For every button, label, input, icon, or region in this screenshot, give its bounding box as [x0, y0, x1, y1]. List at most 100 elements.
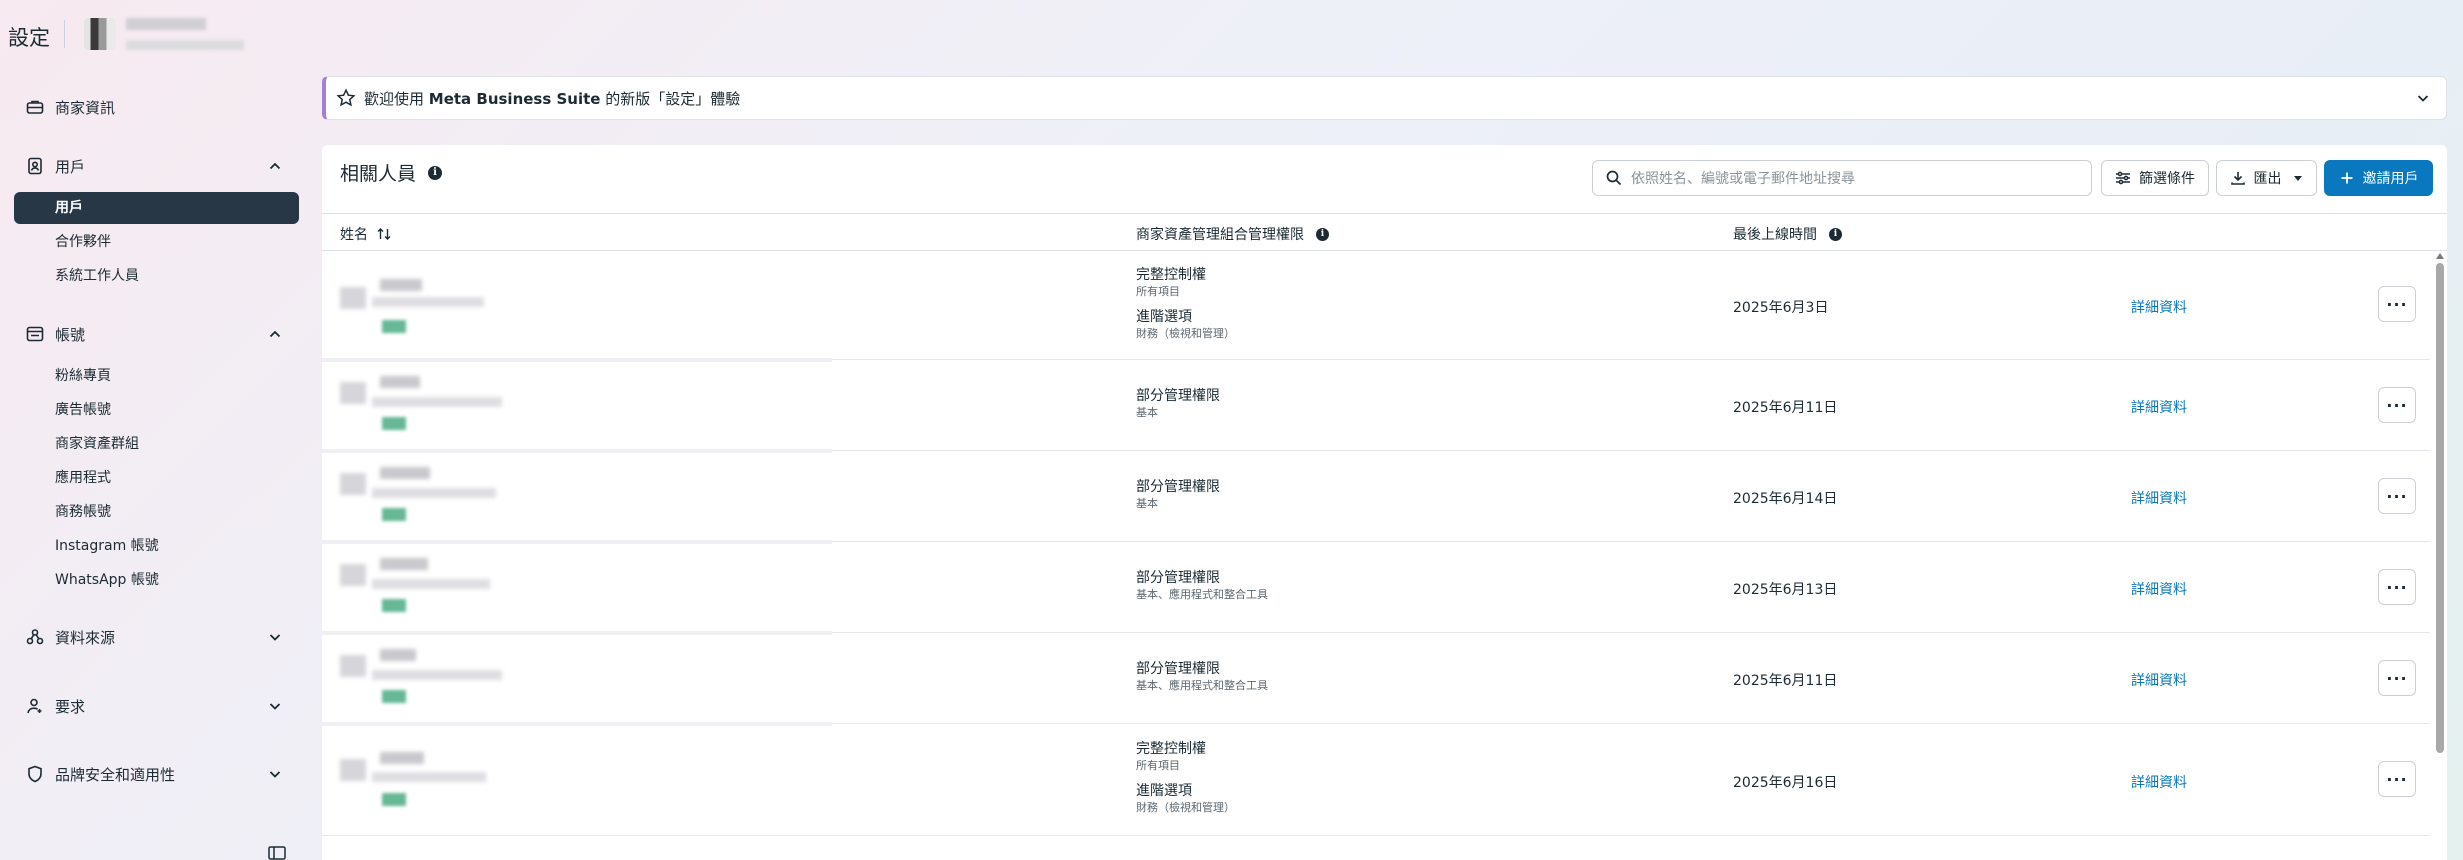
sidebar-section-brand-safety[interactable]: 品牌安全和適用性: [24, 759, 284, 789]
table-row: 部分管理權限 基本、應用程式和整合工具 2025年6月13日 詳細資料 ···: [322, 542, 2430, 635]
export-button[interactable]: 匯出: [2216, 160, 2317, 196]
filter-button[interactable]: 篩選條件: [2101, 160, 2209, 196]
details-link[interactable]: 詳細資料: [2131, 579, 2187, 599]
permission-summary: 完整控制權 所有項目 進階選項 財務（檢視和管理）: [1136, 741, 1235, 814]
data-sources-icon: [24, 626, 46, 648]
details-link[interactable]: 詳細資料: [2131, 397, 2187, 417]
page-title: 設定: [8, 26, 50, 50]
column-header-name[interactable]: 姓名: [340, 224, 392, 244]
chevron-down-icon: [269, 771, 281, 778]
table-row: 完整控制權 所有項目 進階選項 財務（檢視和管理） 2025年6月3日 詳細資料…: [322, 251, 2430, 362]
user-tag-redacted: [382, 508, 406, 521]
sidebar-item-business-info[interactable]: 商家資訊: [24, 92, 284, 122]
details-link[interactable]: 詳細資料: [2131, 670, 2187, 690]
user-badge-icon: [24, 155, 46, 177]
sidebar-section-data-sources[interactable]: 資料來源: [24, 622, 284, 652]
table-row: 部分管理權限 基本 2025年6月14日 詳細資料 ···: [322, 451, 2430, 544]
avatar-redacted: [340, 564, 366, 586]
search-input[interactable]: [1631, 170, 2091, 186]
avatar-redacted: [340, 759, 366, 781]
sidebar-section-label: 用戶: [55, 157, 86, 176]
section-title: 相關人員 i: [340, 159, 443, 186]
banner-text: 歡迎使用 Meta Business Suite 的新版「設定」體驗: [364, 89, 741, 108]
more-icon: ···: [2386, 769, 2408, 789]
chevron-down-icon: [269, 634, 281, 641]
sidebar-item-ad-accounts[interactable]: 廣告帳號: [14, 394, 299, 426]
user-email-redacted: [372, 397, 502, 407]
user-tag-redacted: [382, 417, 406, 430]
avatar-redacted: [340, 473, 366, 495]
sidebar-item-partners[interactable]: 合作夥伴: [14, 226, 299, 258]
user-email-redacted: [372, 670, 502, 680]
sort-icon[interactable]: [376, 227, 392, 241]
avatar-redacted: [340, 655, 366, 677]
user-tag-redacted: [382, 793, 406, 806]
user-tag-redacted: [382, 320, 406, 333]
sidebar-item-label: 商家資訊: [55, 98, 116, 117]
sidebar-item-system-users[interactable]: 系統工作人員: [14, 260, 299, 292]
shield-icon: [24, 763, 46, 785]
avatar-redacted: [340, 287, 366, 309]
caret-down-icon: [2293, 176, 2302, 181]
account-folder-icon: [24, 323, 46, 345]
user-name-redacted: [380, 279, 422, 291]
details-link[interactable]: 詳細資料: [2131, 772, 2187, 792]
user-tag-redacted: [382, 690, 406, 703]
details-link[interactable]: 詳細資料: [2131, 297, 2187, 317]
permission-summary: 部分管理權限 基本: [1136, 479, 1220, 510]
chevron-down-icon: [269, 703, 281, 710]
more-options-button[interactable]: ···: [2378, 478, 2416, 514]
welcome-banner[interactable]: 歡迎使用 Meta Business Suite 的新版「設定」體驗: [322, 76, 2447, 120]
sidebar-item-whatsapp-accounts[interactable]: WhatsApp 帳號: [14, 564, 299, 596]
info-icon[interactable]: i: [1316, 227, 1329, 241]
more-options-button[interactable]: ···: [2378, 387, 2416, 423]
sidebar-section-users[interactable]: 用戶: [24, 151, 284, 181]
more-options-button[interactable]: ···: [2378, 569, 2416, 605]
user-name-redacted: [380, 467, 430, 479]
invite-user-button[interactable]: 邀請用戶: [2324, 160, 2433, 196]
sidebar-item-users[interactable]: 用戶: [14, 192, 299, 224]
sidebar-section-accounts[interactable]: 帳號: [24, 319, 284, 349]
scrollbar-thumb[interactable]: [2436, 263, 2444, 753]
details-link[interactable]: 詳細資料: [2131, 488, 2187, 508]
table-row: 部分管理權限 基本、應用程式和整合工具 2025年6月11日 詳細資料 ···: [322, 633, 2430, 726]
table-row: 部分管理權限 基本 2025年6月11日 詳細資料 ···: [322, 360, 2430, 453]
avatar-redacted: [340, 382, 366, 404]
collapse-sidebar-icon[interactable]: [268, 846, 286, 860]
table-scrollbar[interactable]: [2433, 251, 2447, 860]
permission-summary: 完整控制權 所有項目 進階選項 財務（檢視和管理）: [1136, 267, 1235, 340]
sidebar-section-requests[interactable]: 要求: [24, 691, 284, 721]
column-header-last-login: 最後上線時間 i: [1733, 224, 1842, 244]
sidebar-section-label: 要求: [55, 697, 86, 716]
user-tag-redacted: [382, 599, 406, 612]
more-options-button[interactable]: ···: [2378, 286, 2416, 322]
chevron-down-icon[interactable]: [2414, 89, 2432, 107]
more-icon: ···: [2386, 395, 2408, 415]
sidebar-item-business-asset-groups[interactable]: 商家資產群組: [14, 428, 299, 460]
scroll-up-arrow-icon[interactable]: [2436, 253, 2444, 259]
info-icon[interactable]: i: [428, 165, 443, 180]
chevron-up-icon: [269, 330, 281, 338]
briefcase-icon: [24, 96, 46, 118]
last-login-date: 2025年6月13日: [1733, 582, 1838, 598]
last-login-date: 2025年6月11日: [1733, 400, 1838, 416]
search-field[interactable]: [1592, 160, 2092, 196]
more-options-button[interactable]: ···: [2378, 660, 2416, 696]
sidebar-section-label: 品牌安全和適用性: [55, 765, 176, 784]
sidebar-item-pages[interactable]: 粉絲專頁: [14, 360, 299, 392]
chevron-up-icon: [269, 162, 281, 170]
user-name-redacted: [380, 649, 416, 661]
user-email-redacted: [372, 579, 490, 589]
more-icon: ···: [2386, 668, 2408, 688]
info-icon[interactable]: i: [1829, 227, 1842, 241]
user-name-redacted: [380, 376, 420, 388]
business-avatar[interactable]: [84, 18, 116, 50]
sidebar-item-apps[interactable]: 應用程式: [14, 462, 299, 494]
table-row: 完整控制權 所有項目 進階選項 財務（檢視和管理） 2025年6月16日 詳細資…: [322, 724, 2430, 836]
more-options-button[interactable]: ···: [2378, 761, 2416, 797]
column-header-permissions: 商家資產管理組合管理權限 i: [1136, 224, 1329, 244]
sidebar-item-instagram-accounts[interactable]: Instagram 帳號: [14, 530, 299, 562]
more-icon: ···: [2386, 577, 2408, 597]
sidebar-item-commerce-accounts[interactable]: 商務帳號: [14, 496, 299, 528]
top-bar: 設定: [0, 0, 2463, 72]
